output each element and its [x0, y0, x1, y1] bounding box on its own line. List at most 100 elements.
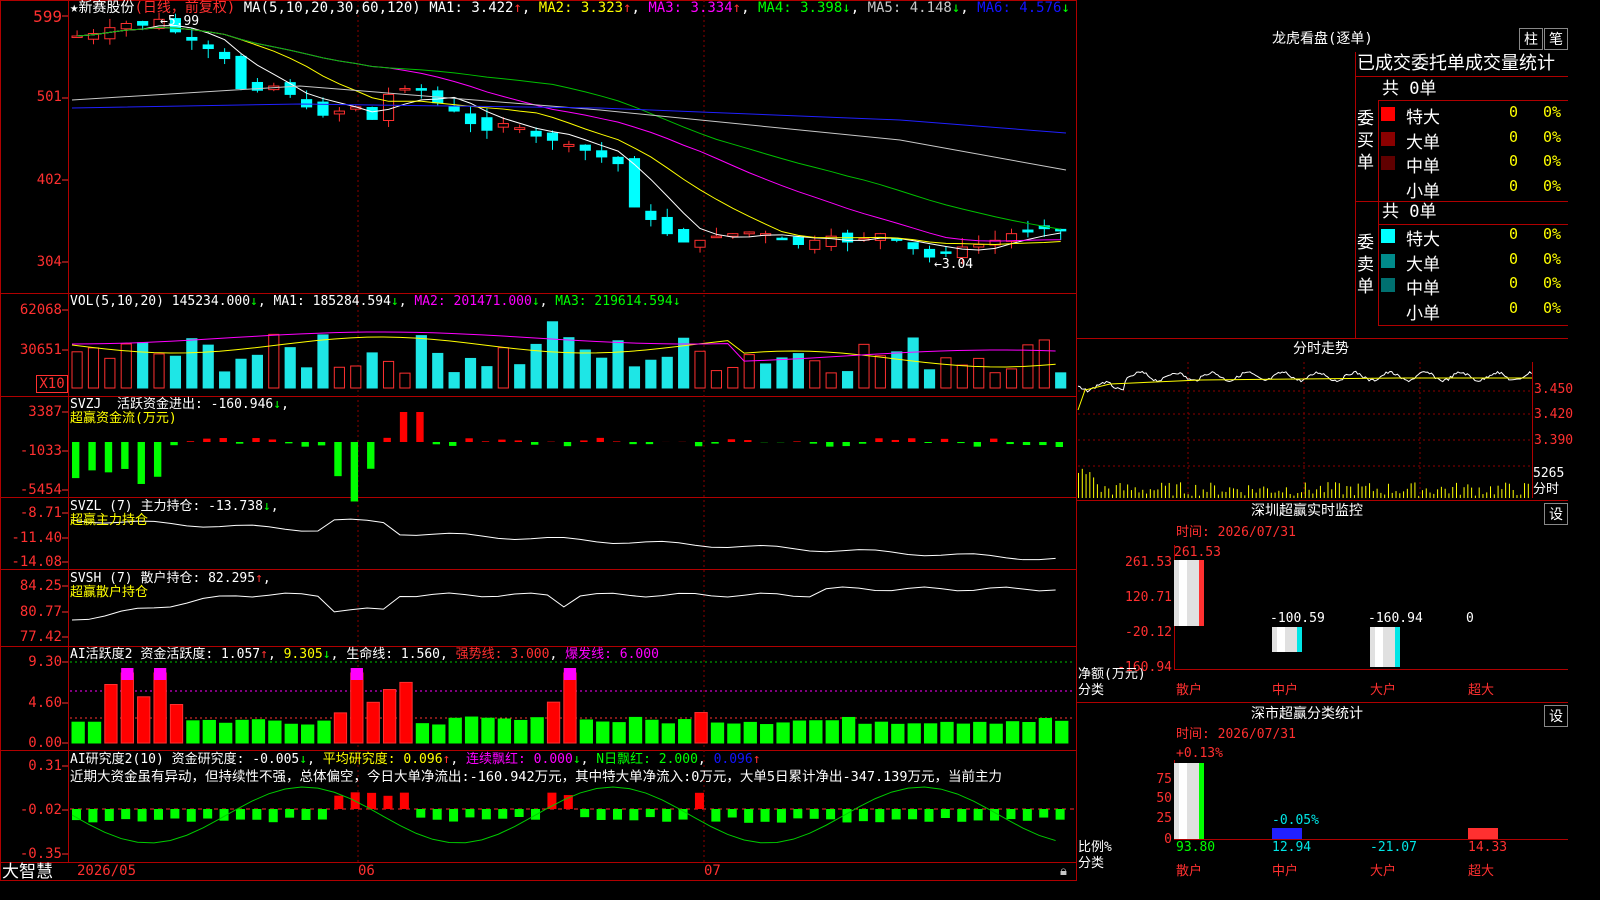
research-bar — [121, 809, 131, 820]
candle-body — [1022, 229, 1034, 233]
brand-logo[interactable]: 大智慧 — [2, 862, 53, 882]
research-bar — [940, 809, 950, 819]
activity-bar — [628, 716, 643, 744]
svzj-label[interactable]: SVZJ — [70, 397, 101, 412]
activity-bar — [87, 721, 102, 744]
ai2-comment: 近期大资金虽有异动，但持续性不强，总体偏空，今日大单净流出:-160.942万元… — [70, 769, 1003, 785]
row-name: 小单 — [1406, 303, 1440, 324]
svzl-axis-2: -11.40 — [11, 530, 62, 546]
intraday-vol-bar — [1478, 487, 1480, 498]
volume-bar — [546, 321, 559, 389]
activity-bar — [645, 719, 659, 744]
buy-row: 小单 0 0% — [1381, 177, 1567, 202]
activity-bar — [235, 719, 249, 744]
stock-name[interactable]: 新赛股份 — [78, 0, 134, 16]
activity-bar — [874, 721, 889, 744]
lock-icon[interactable]: 🔒︎ — [1060, 864, 1067, 879]
vol-unit-badge[interactable]: X10 — [36, 375, 68, 393]
svsh-sub: 超赢散户持仓 — [70, 585, 149, 600]
flow-bar — [858, 442, 867, 444]
sz-stats-bar-edge — [1199, 763, 1204, 839]
flow-bar — [383, 437, 391, 442]
intraday-vol-bar — [1112, 494, 1114, 498]
activity-bar — [120, 672, 134, 744]
volume-bar — [694, 350, 706, 389]
research-bar — [170, 809, 180, 819]
research-bar — [399, 792, 409, 809]
volume-bar — [628, 366, 641, 389]
research-bar — [481, 809, 491, 820]
research-bar — [891, 809, 901, 820]
activity-bar — [71, 721, 85, 744]
candle-body — [399, 88, 411, 91]
flow-bar — [793, 441, 801, 442]
volume-bar — [464, 357, 477, 389]
row-pct: 0% — [1543, 103, 1562, 121]
intraday-vol-bar — [1372, 491, 1374, 498]
flow-bar — [826, 442, 834, 447]
candle-body — [219, 51, 231, 60]
ai2-research: 资金研究度: -0.005 — [171, 752, 300, 767]
research-bar — [367, 792, 377, 809]
intraday-vol-bar — [1387, 483, 1389, 498]
vol-label[interactable]: VOL(5,10,20) — [70, 294, 164, 309]
volume-bar — [219, 371, 231, 389]
svzj-axis-2: -1033 — [19, 443, 62, 459]
volume-bar — [760, 363, 772, 389]
activity-bar — [481, 717, 495, 744]
intraday-vol-bar — [1399, 493, 1401, 498]
volume-bar — [661, 356, 673, 389]
intraday-vol-bar — [1089, 472, 1091, 498]
ai1-label[interactable]: AI活跃度2 — [70, 647, 132, 662]
candle-body — [661, 216, 673, 235]
intraday-vol-bar — [1168, 482, 1170, 498]
tick-view-button[interactable]: 笔 — [1544, 28, 1568, 50]
research-bar — [449, 809, 459, 822]
svzj-sub: 超赢资金流(万元) — [70, 411, 177, 426]
activity-bar — [743, 721, 757, 744]
intraday-vol-bar — [1229, 487, 1231, 498]
intraday-vol-bar — [1123, 490, 1125, 498]
svsh-label[interactable]: SVSH (7) — [70, 571, 133, 586]
intraday-vol-bar — [1425, 488, 1427, 498]
sz-stats-cat: 超大 — [1468, 864, 1495, 879]
svzj-axis-3: -5454 — [19, 482, 62, 498]
sz-monitor-settings-button[interactable]: 设 — [1544, 503, 1568, 525]
row-count: 0 — [1509, 152, 1519, 170]
ma-params[interactable]: MA(5,10,20,30,60,120) — [244, 0, 421, 16]
research-bar — [1055, 809, 1065, 820]
row-count: 0 — [1509, 103, 1519, 121]
intraday-vol-bar — [1376, 488, 1378, 498]
bar-view-button[interactable]: 柱 — [1519, 28, 1543, 50]
activity-bar — [186, 720, 200, 744]
flow-bar — [1022, 442, 1031, 446]
sz-monitor-title: 深圳超赢实时监控 — [1251, 503, 1363, 519]
flow-bar — [1006, 442, 1014, 445]
flow-bar — [449, 442, 457, 446]
intraday-vol-bar — [1176, 484, 1178, 498]
volume-bar — [973, 357, 985, 389]
svzl-label[interactable]: SVZL (7) — [70, 499, 133, 514]
research-bar — [186, 809, 196, 822]
intraday-vol-bar — [1127, 484, 1129, 498]
intraday-vol-bar — [1433, 493, 1435, 498]
sz-monitor-cat: 散户 — [1176, 683, 1203, 698]
intraday-vol-bar — [1380, 492, 1382, 498]
intraday-vol-bar — [1100, 491, 1102, 498]
candle-body — [727, 233, 739, 237]
activity-bar — [382, 689, 397, 744]
research-bar — [908, 809, 918, 820]
ai2-label[interactable]: AI研究度2(10) — [70, 752, 164, 767]
research-bar — [416, 809, 426, 818]
flow-bar — [891, 439, 900, 442]
volume-bar — [301, 367, 313, 389]
activity-bar — [546, 701, 561, 744]
row-count: 0 — [1509, 225, 1519, 243]
research-bar — [563, 795, 573, 809]
intraday-vol-bar — [1516, 495, 1518, 498]
flow-bar — [252, 438, 260, 442]
chart-canvas[interactable] — [0, 0, 1568, 882]
activity-bar — [612, 722, 626, 744]
activity-bar — [825, 720, 839, 744]
sz-stats-settings-button[interactable]: 设 — [1544, 705, 1568, 727]
